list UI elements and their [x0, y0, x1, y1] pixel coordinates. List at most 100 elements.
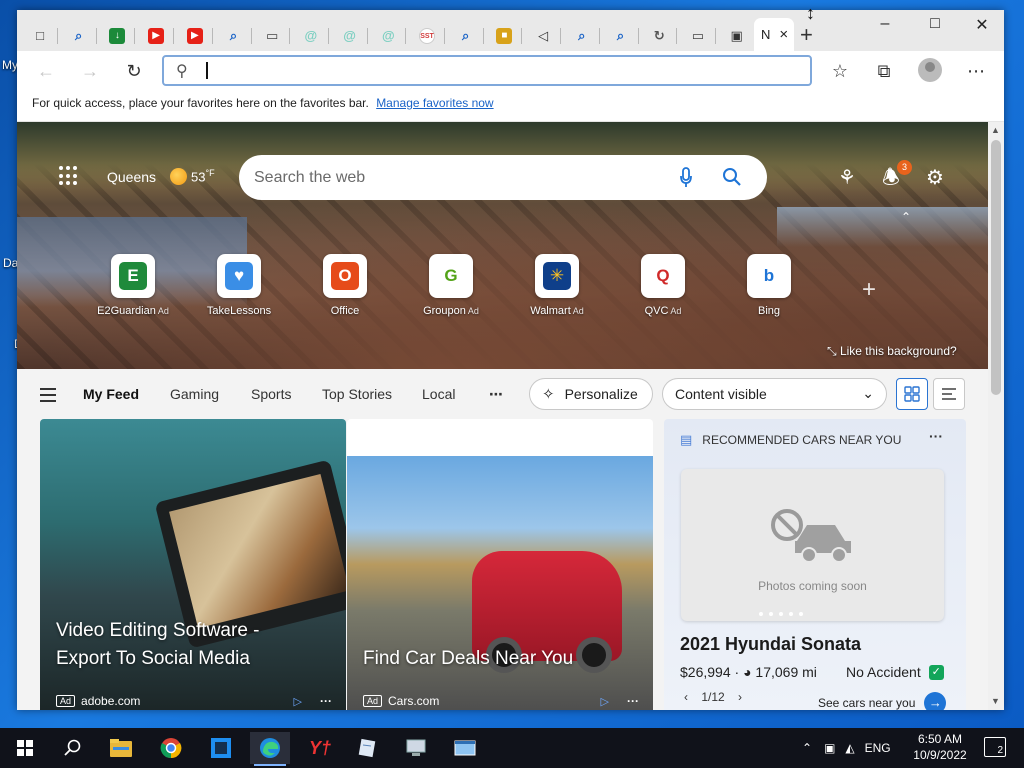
app-computer-icon[interactable] — [396, 732, 436, 764]
browser-tab[interactable]: ▶ — [177, 22, 213, 49]
browser-tab[interactable]: ▭ — [254, 22, 291, 49]
clock[interactable]: 6:50 AM 10/9/2022 — [905, 731, 975, 763]
ad-choices-icon[interactable]: ▷ — [601, 695, 609, 708]
app-red-icon[interactable]: Y† — [300, 732, 340, 764]
vertical-scrollbar[interactable]: ▲ ▼ — [988, 122, 1004, 710]
collections-button[interactable]: ⧉ — [871, 59, 897, 83]
search-icon[interactable] — [53, 732, 93, 764]
active-tab[interactable]: N × — [754, 18, 794, 51]
web-search-input[interactable] — [254, 166, 654, 190]
microphone-icon[interactable] — [679, 167, 693, 188]
ad-choices-icon[interactable]: ▷ — [294, 695, 302, 708]
scroll-down-arrow-icon[interactable]: ▼ — [991, 696, 1000, 706]
quick-link-tile[interactable]: E E2Guardian Ad — [93, 254, 173, 317]
next-arrow-icon[interactable]: › — [738, 690, 742, 704]
browser-tab[interactable]: ⌕ — [61, 22, 97, 49]
news-card[interactable]: Find Car Deals Near You Ad Cars.com ▷ ··… — [347, 419, 653, 710]
app-window-icon[interactable] — [445, 732, 485, 764]
browser-tab[interactable]: ▭ — [680, 22, 716, 49]
widget-more-icon[interactable]: ··· — [929, 428, 943, 444]
close-tab-icon[interactable]: × — [779, 26, 788, 43]
search-icon[interactable] — [722, 167, 742, 187]
browser-tab[interactable]: ▣ — [719, 22, 755, 49]
desktop-label[interactable]: My — [2, 58, 18, 72]
tab-local[interactable]: Local — [422, 386, 455, 402]
card-title[interactable]: Video Editing Software - Export To Socia… — [56, 617, 306, 673]
profile-avatar[interactable] — [918, 58, 942, 82]
add-site-button[interactable]: + — [862, 276, 876, 304]
browser-tab[interactable]: ↻ — [641, 22, 678, 49]
browser-tab[interactable]: □ — [22, 22, 58, 49]
edge-icon[interactable] — [250, 732, 290, 766]
scrollbar-thumb[interactable] — [991, 140, 1001, 395]
collapse-chevron-icon[interactable]: ⌃ — [901, 210, 911, 224]
previous-arrow-icon[interactable]: ‹ — [684, 690, 688, 704]
browser-tab[interactable]: @ — [370, 22, 407, 49]
web-search-box[interactable] — [239, 155, 767, 200]
favorites-star-button[interactable]: ☆ — [827, 59, 853, 83]
app-notepad-icon[interactable] — [347, 732, 387, 764]
browser-tab[interactable]: @ — [293, 22, 329, 49]
browser-tab[interactable]: ↓ — [99, 22, 136, 49]
apps-grid-icon[interactable] — [59, 166, 79, 186]
minimize-button[interactable]: – — [870, 15, 900, 33]
quick-link-tile[interactable]: b Bing — [729, 254, 809, 317]
card-more-icon[interactable]: ··· — [627, 694, 639, 708]
refresh-button[interactable]: ↻ — [121, 59, 147, 83]
volume-icon[interactable]: ◭ — [845, 741, 854, 755]
store-icon[interactable] — [201, 732, 241, 764]
address-bar[interactable]: ⚲ — [162, 55, 812, 86]
like-background-link[interactable]: ⤡ Like this background? — [827, 344, 957, 359]
browser-tab[interactable]: @ — [332, 22, 368, 49]
car-photo-placeholder[interactable]: Photos coming soon — [681, 469, 944, 621]
card-title[interactable]: Find Car Deals Near You — [363, 645, 573, 673]
tab-sports[interactable]: Sports — [251, 386, 291, 402]
personalize-button[interactable]: ✧ Personalize — [529, 378, 653, 410]
action-center-icon[interactable]: 2 — [984, 737, 1006, 757]
network-icon[interactable]: ▣ — [824, 741, 835, 755]
scroll-up-arrow-icon[interactable]: ▲ — [991, 125, 1000, 135]
car-model[interactable]: 2021 Hyundai Sonata — [680, 634, 861, 655]
browser-tab[interactable]: ■ — [486, 22, 523, 49]
weather-widget[interactable]: Queens 53°F — [107, 168, 215, 185]
browser-tab[interactable]: ⌕ — [564, 22, 600, 49]
card-more-icon[interactable]: ··· — [320, 694, 332, 708]
browser-tab[interactable]: ▶ — [138, 22, 175, 49]
see-cars-link[interactable]: See cars near you → — [818, 692, 947, 710]
address-input[interactable] — [214, 60, 794, 82]
back-button[interactable]: ← — [33, 59, 59, 83]
settings-more-button[interactable]: ⋯ — [963, 59, 989, 83]
list-view-button[interactable] — [933, 378, 965, 410]
windows-start-icon[interactable] — [5, 732, 45, 764]
maximize-button[interactable]: □ — [920, 15, 950, 33]
grid-view-button[interactable] — [896, 378, 928, 410]
quick-link-tile[interactable]: O Office — [305, 254, 385, 317]
browser-tab[interactable]: ◁ — [525, 22, 562, 49]
forward-button[interactable]: → — [77, 59, 103, 83]
browser-tab[interactable]: ⌕ — [216, 22, 252, 49]
page-settings-gear-icon[interactable]: ⚙ — [923, 166, 947, 190]
browser-tab[interactable]: ⌕ — [448, 22, 484, 49]
ad-badge: Ad — [56, 695, 76, 707]
browser-tab[interactable]: ⌕ — [603, 22, 639, 49]
language-indicator[interactable]: ENG — [865, 741, 891, 755]
close-window-button[interactable]: ✕ — [967, 15, 997, 35]
file-explorer-icon[interactable] — [101, 732, 141, 764]
rewards-icon[interactable]: ⚘ — [835, 166, 859, 190]
menu-hamburger-icon[interactable] — [40, 388, 56, 406]
tab-top-stories[interactable]: Top Stories — [322, 386, 392, 402]
quick-link-tile[interactable]: ♥ TakeLessons — [199, 254, 279, 317]
browser-tab[interactable]: SST — [409, 22, 445, 49]
news-card[interactable]: Video Editing Software - Export To Socia… — [40, 419, 346, 710]
tab-my-feed[interactable]: My Feed — [83, 386, 139, 402]
quick-link-tile[interactable]: Q QVC Ad — [623, 254, 703, 317]
chrome-icon[interactable] — [151, 732, 191, 764]
tab-gaming[interactable]: Gaming — [170, 386, 219, 402]
new-tab-button[interactable]: + — [800, 22, 813, 48]
show-hidden-icons-chevron[interactable]: ⌃ — [802, 741, 812, 755]
manage-favorites-link[interactable]: Manage favorites now — [376, 96, 493, 110]
more-tabs-icon[interactable]: ⋯ — [489, 386, 503, 403]
quick-link-tile[interactable]: G Groupon Ad — [411, 254, 491, 317]
quick-link-tile[interactable]: ✳ Walmart Ad — [517, 254, 597, 317]
content-visibility-select[interactable]: Content visible ⌄ — [662, 378, 887, 410]
